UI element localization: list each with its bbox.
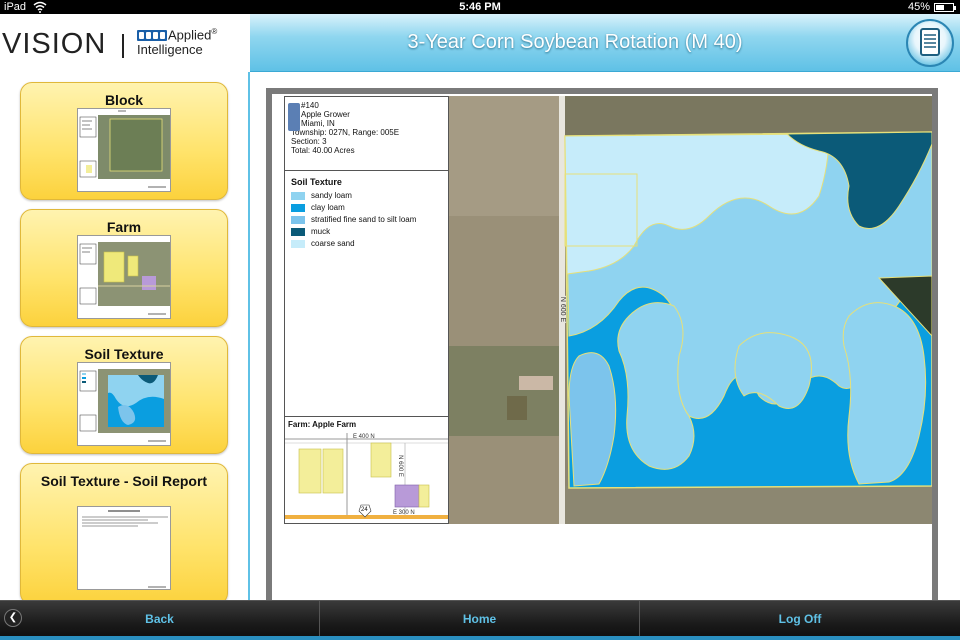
report-thumbnail: [77, 362, 171, 446]
header-bar: 3-Year Corn Soybean Rotation (M 40): [250, 14, 960, 72]
legend-title: Soil Texture: [291, 177, 342, 187]
report-card-soil-texture[interactable]: Soil Texture: [20, 336, 228, 454]
township-range: Township: 027N, Range: 005E: [291, 128, 400, 137]
legend-item: clay loam: [291, 203, 441, 213]
field-marker-icon: [288, 103, 300, 131]
bottom-toolbar: ❮ Back Home Log Off: [0, 600, 960, 640]
soil-texture-legend: Soil Texture sandy loam clay loam strati…: [285, 173, 448, 417]
status-bar: iPad 5:46 PM 45%: [0, 0, 960, 14]
legend-swatch: [291, 216, 305, 224]
battery-icon: [934, 3, 956, 12]
report-frame: #140 Apple Grower Miami, IN Township: 02…: [266, 88, 938, 602]
brand-logo: VISION Applied® Intelligence: [0, 14, 250, 72]
farm-inset-map: Farm: Apple Farm E 400 N E 300 N N 600 E…: [285, 419, 448, 523]
report-page: #140 Apple Grower Miami, IN Township: 02…: [272, 94, 932, 602]
field-info-block: #140 Apple Grower Miami, IN Township: 02…: [285, 97, 448, 171]
brand-line-2: Intelligence: [137, 42, 203, 57]
legend-swatch: [291, 204, 305, 212]
legend-item: muck: [291, 227, 441, 237]
logoff-button[interactable]: Log Off: [640, 601, 960, 637]
aerial-map-graphic: [449, 96, 932, 524]
report-card-soil-report[interactable]: Soil Texture - Soil Report: [20, 463, 228, 600]
app-window: iPad 5:46 PM 45% VISION Applied® Intelli…: [0, 0, 960, 640]
inset-road-label: E 400 N: [353, 434, 375, 440]
map-road-label: N 600 E: [559, 295, 567, 324]
location: Miami, IN: [301, 119, 335, 128]
legend-item: stratified fine sand to silt loam: [291, 215, 441, 225]
legend-item: coarse sand: [291, 239, 441, 249]
vision-wordmark: VISION: [2, 28, 107, 60]
tablet-icon: [920, 28, 940, 56]
report-card-label: Soil Texture: [84, 346, 164, 362]
brand-mark-icon: [137, 30, 167, 41]
report-thumbnail: [77, 506, 171, 590]
report-card-label: Block: [104, 92, 144, 108]
inset-road-label: N 600 E: [396, 455, 403, 477]
report-thumbnail: [77, 108, 171, 192]
tablet-button[interactable]: [906, 19, 954, 67]
brand-line-1: Applied®: [168, 27, 218, 43]
back-button[interactable]: Back: [0, 601, 319, 637]
report-card-farm[interactable]: Farm: [20, 209, 228, 327]
legend-item: sandy loam: [291, 191, 441, 201]
home-button[interactable]: Home: [320, 601, 639, 637]
logo-divider: [122, 34, 124, 58]
inset-road-label: E 300 N: [393, 510, 415, 516]
report-legend-panel: #140 Apple Grower Miami, IN Township: 02…: [284, 96, 449, 524]
report-viewer: #140 Apple Grower Miami, IN Township: 02…: [252, 72, 960, 602]
soil-texture-map: N 600 E: [449, 96, 932, 524]
report-thumbnail: [77, 235, 171, 319]
report-card-label: Farm: [106, 219, 142, 235]
section-number: Section: 3: [291, 137, 327, 146]
legend-swatch: [291, 228, 305, 236]
grower-name: Apple Grower: [301, 110, 350, 119]
clock: 5:46 PM: [459, 1, 501, 13]
page-title: 3-Year Corn Soybean Rotation (M 40): [407, 31, 743, 53]
report-card-block[interactable]: Block: [20, 82, 228, 200]
route-shield-label: 24: [361, 507, 368, 513]
toolbar-accent: [0, 636, 960, 640]
legend-swatch: [291, 240, 305, 248]
report-list-sidebar: Block Farm Soil Texture Soil Texture - S…: [0, 72, 250, 600]
legend-swatch: [291, 192, 305, 200]
total-acres: Total: 40.00 Acres: [291, 146, 355, 155]
field-id: #140: [301, 101, 319, 110]
report-card-label: Soil Texture - Soil Report: [40, 473, 208, 489]
battery-percent: 45%: [907, 1, 930, 13]
